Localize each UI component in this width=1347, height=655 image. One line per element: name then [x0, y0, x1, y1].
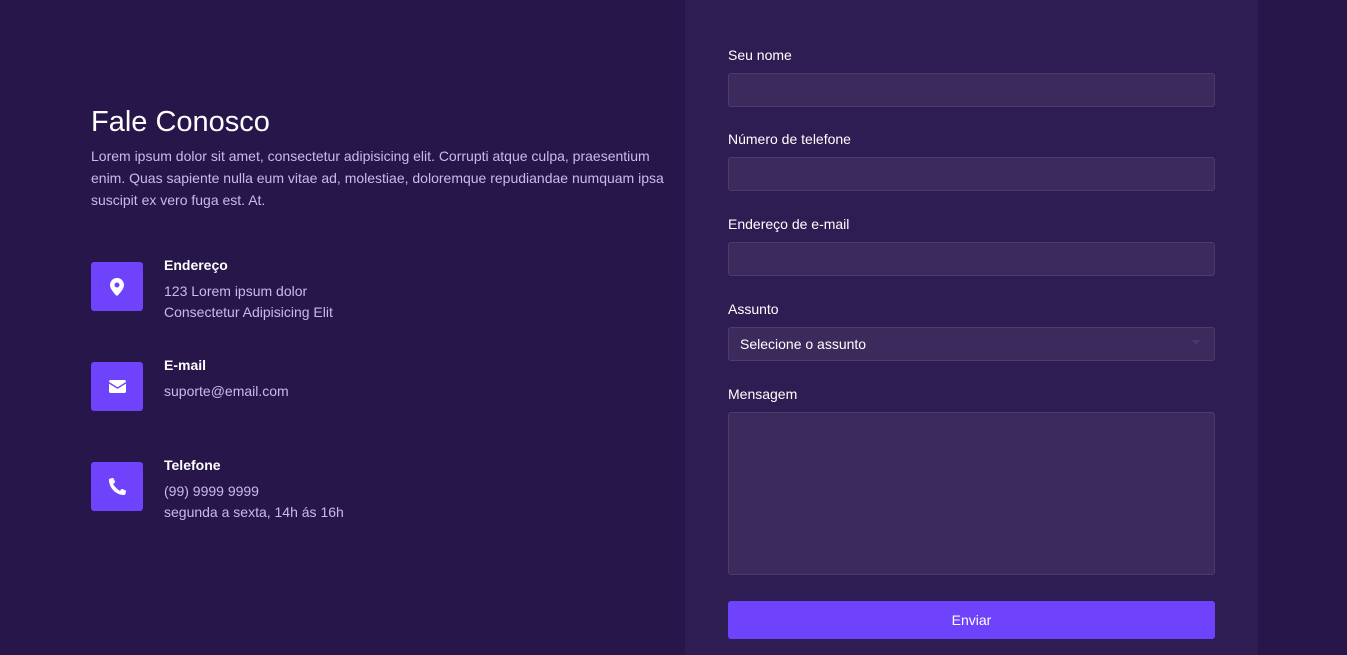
email-text: E-mail suporte@email.com	[164, 356, 564, 402]
phone-label: Número de telefone	[728, 131, 851, 147]
contact-item-phone: Telefone (99) 9999 9999 segunda a sexta,…	[91, 457, 344, 520]
name-label: Seu nome	[728, 47, 792, 63]
contact-form: Seu nome Número de telefone Endereço de …	[685, 0, 1258, 655]
phone-text: Telefone (99) 9999 9999 segunda a sexta,…	[164, 456, 564, 523]
contact-page: Fale Conosco Lorem ipsum dolor sit amet,…	[0, 0, 1347, 655]
email-title: E-mail	[164, 357, 207, 373]
page-title: Fale Conosco	[91, 106, 270, 138]
subject-selected-value: Selecione o assunto	[740, 336, 867, 352]
phone-icon	[91, 462, 143, 511]
email-address[interactable]: suporte@email.com	[164, 381, 564, 402]
address-line-2: Consectetur Adipisicing Elit	[164, 304, 333, 320]
address-title: Endereço	[164, 257, 228, 273]
subject-select[interactable]: Selecione o assunto	[728, 327, 1215, 361]
message-label: Mensagem	[728, 386, 798, 402]
subject-label: Assunto	[728, 301, 779, 317]
phone-hours: segunda a sexta, 14h ás 16h	[164, 504, 344, 520]
contact-item-address: Endereço 123 Lorem ipsum dolor Consectet…	[91, 257, 333, 320]
address-text: Endereço 123 Lorem ipsum dolor Consectet…	[164, 256, 564, 323]
contact-item-email: E-mail suporte@email.com	[91, 357, 289, 411]
phone-number: (99) 9999 9999	[164, 483, 259, 499]
map-pin-icon	[91, 262, 143, 311]
email-label: Endereço de e-mail	[728, 216, 850, 232]
page-description: Lorem ipsum dolor sit amet, consectetur …	[91, 148, 664, 208]
chevron-down-icon	[1192, 340, 1200, 345]
phone-input[interactable]	[728, 157, 1215, 191]
phone-title: Telefone	[164, 457, 221, 473]
message-textarea[interactable]	[728, 412, 1215, 575]
name-input[interactable]	[728, 73, 1215, 107]
email-input[interactable]	[728, 242, 1215, 276]
envelope-icon	[91, 362, 143, 411]
address-line-1: 123 Lorem ipsum dolor	[164, 283, 308, 299]
submit-button[interactable]: Enviar	[728, 601, 1215, 639]
contact-info: Fale Conosco Lorem ipsum dolor sit amet,…	[91, 104, 671, 520]
